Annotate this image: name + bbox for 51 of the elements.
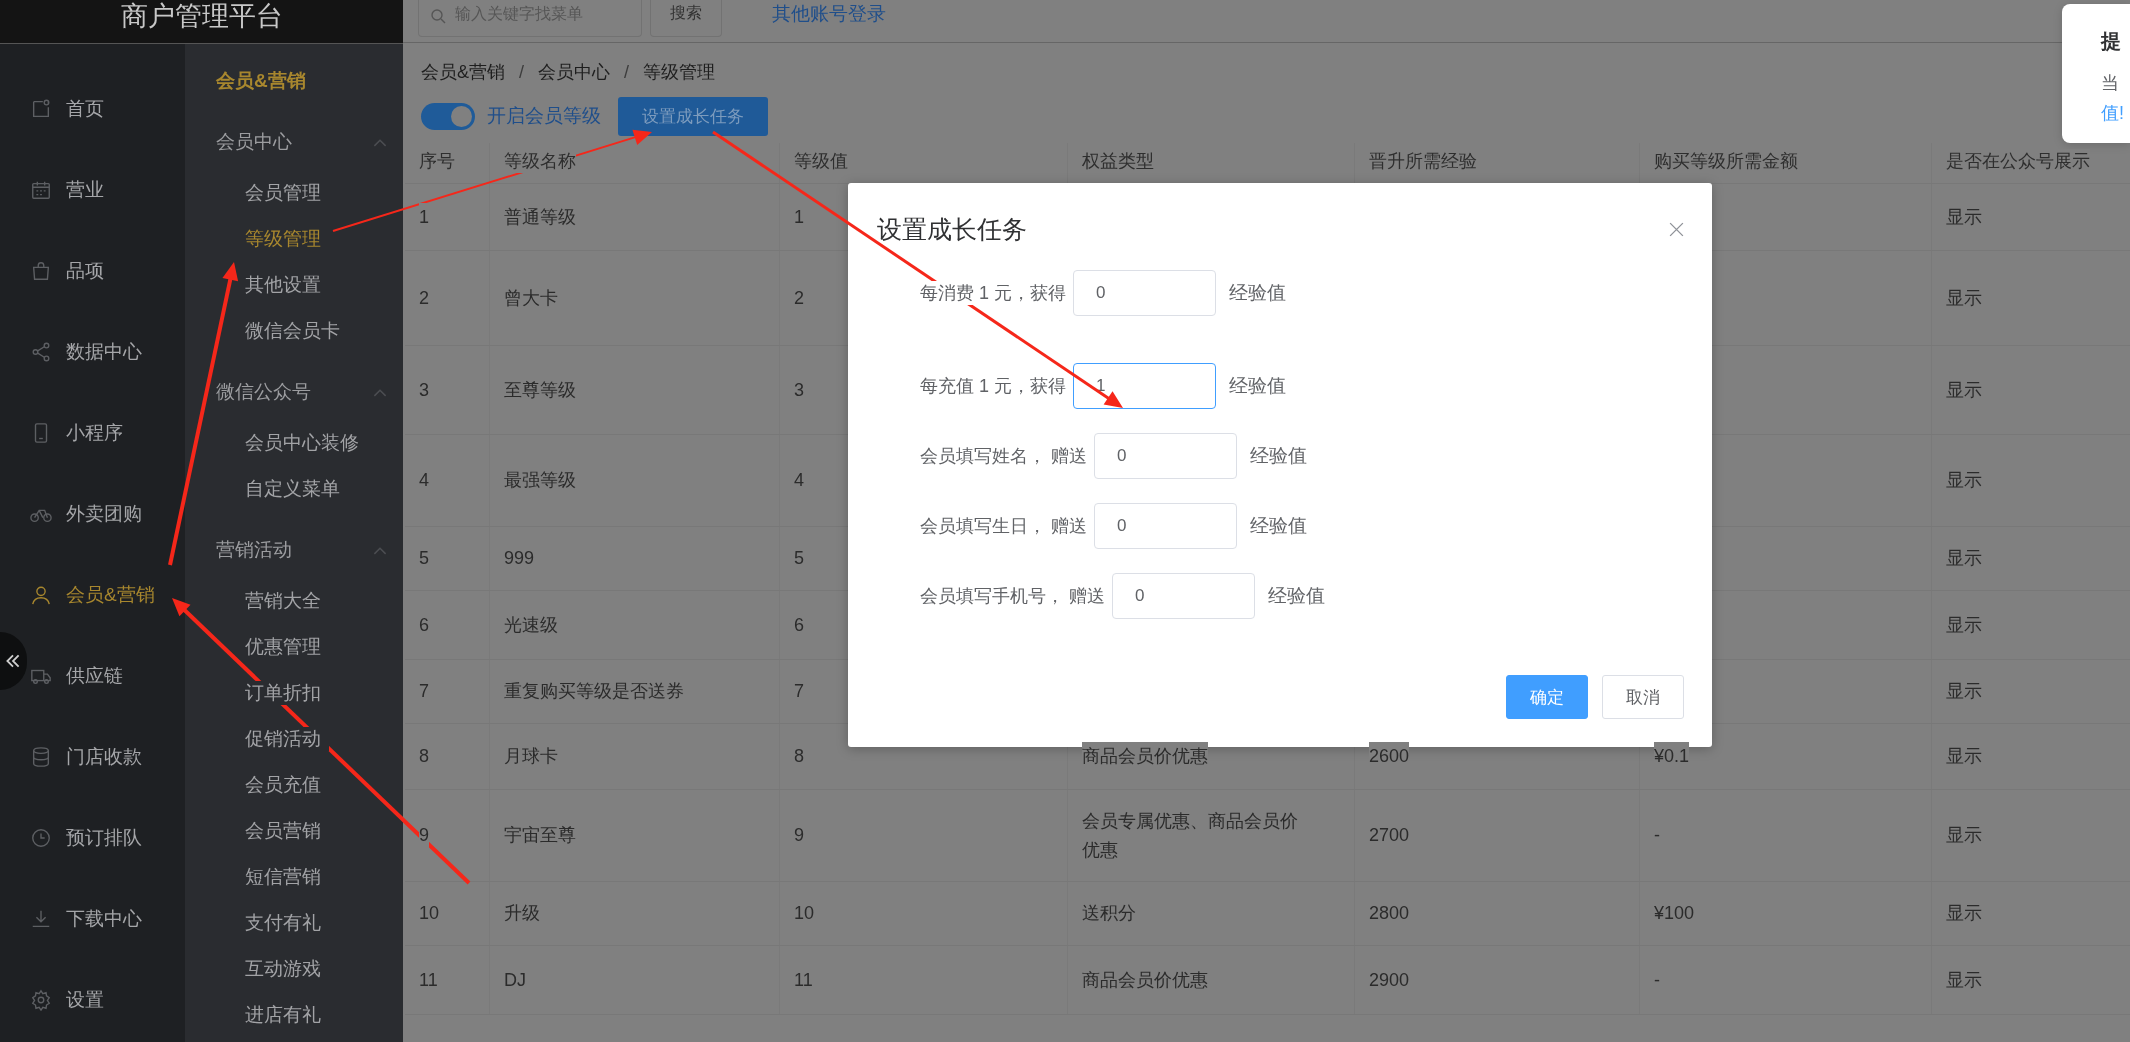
nav-item[interactable]: 营业 bbox=[30, 149, 104, 230]
dialog-title: 设置成长任务 bbox=[877, 214, 1027, 245]
field-label: 每充值 1 元，获得 bbox=[920, 374, 1066, 398]
column-header: 等级值 bbox=[794, 149, 848, 173]
brand-title: 商户管理平台 bbox=[120, 0, 283, 33]
column-header: 等级名称 bbox=[504, 149, 576, 173]
notification-link[interactable]: 值! bbox=[2101, 101, 2124, 125]
nav-item[interactable]: 数据中心 bbox=[30, 311, 142, 392]
submenu-group[interactable]: 会员中心 bbox=[185, 108, 403, 170]
nav-item[interactable]: 供应链 bbox=[30, 635, 123, 716]
field-label: 会员填写生日， 赠送 bbox=[920, 514, 1087, 538]
toggle-label: 开启会员等级 bbox=[487, 104, 601, 128]
nav-item[interactable]: 外卖团购 bbox=[30, 473, 142, 554]
breadcrumb-separator: / bbox=[624, 61, 630, 83]
field-label: 会员填写姓名， 赠送 bbox=[920, 444, 1087, 468]
nav-item[interactable]: 首页 bbox=[30, 68, 104, 149]
input-field[interactable]: 0 bbox=[1094, 503, 1237, 549]
input-field[interactable]: 0 bbox=[1094, 433, 1237, 479]
breadcrumb-item[interactable]: 等级管理 bbox=[643, 60, 716, 84]
nav-item[interactable]: 小程序 bbox=[30, 392, 123, 473]
field-label: 每消费 1 元，获得 bbox=[920, 281, 1066, 305]
search-button[interactable]: 搜索 bbox=[650, 0, 722, 37]
nav-item[interactable]: 预订排队 bbox=[30, 797, 142, 878]
submenu-group[interactable]: 微信公众号 bbox=[185, 358, 403, 420]
cancel-button[interactable]: 取消 bbox=[1602, 675, 1684, 719]
submenu-item[interactable]: 促销活动 bbox=[245, 727, 329, 751]
notification-message: 当 bbox=[2101, 72, 2119, 95]
unit-label: 经验值 bbox=[1229, 374, 1286, 398]
column-header: 购买等级所需金额 bbox=[1654, 149, 1798, 173]
unit-label: 经验值 bbox=[1268, 584, 1325, 608]
nav-item[interactable]: 门店收款 bbox=[30, 716, 142, 797]
unit-label: 经验值 bbox=[1250, 444, 1307, 468]
column-header: 晋升所需经验 bbox=[1369, 149, 1477, 173]
column-header: 是否在公众号展示 bbox=[1946, 149, 2090, 173]
unit-label: 经验值 bbox=[1229, 281, 1286, 305]
column-header: 权益类型 bbox=[1082, 149, 1154, 173]
input-field[interactable]: 0 bbox=[1073, 270, 1216, 316]
nav-item[interactable]: 下载中心 bbox=[30, 878, 142, 959]
nav-item[interactable]: 会员&营销 bbox=[30, 554, 155, 635]
notification-title: 提 bbox=[2101, 29, 2121, 54]
breadcrumb-separator: / bbox=[519, 61, 525, 83]
submenu-title: 会员&营销 bbox=[215, 69, 306, 93]
unit-label: 经验值 bbox=[1250, 514, 1307, 538]
column-header: 序号 bbox=[419, 149, 455, 173]
submenu-group[interactable]: 营销活动 bbox=[185, 516, 403, 578]
breadcrumb-item[interactable]: 会员中心 bbox=[538, 60, 611, 84]
input-field[interactable]: 0 bbox=[1112, 573, 1255, 619]
nav-item[interactable]: 设置 bbox=[30, 959, 104, 1040]
nav-item[interactable]: 品项 bbox=[30, 230, 104, 311]
breadcrumb-item[interactable]: 会员&营销 bbox=[421, 60, 505, 84]
field-label: 会员填写手机号， 赠送 bbox=[920, 584, 1105, 608]
